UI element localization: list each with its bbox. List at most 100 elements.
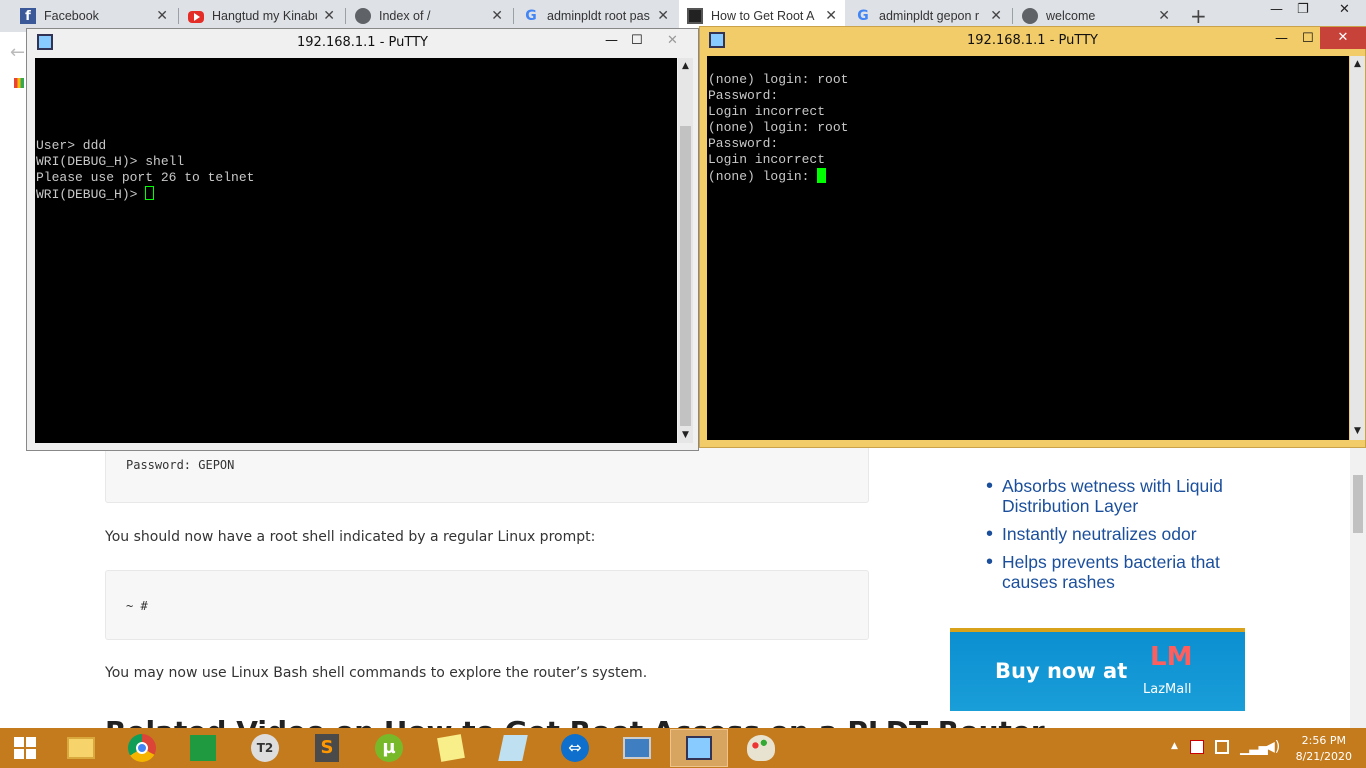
terminal-line: WRI(DEBUG_H)> shell — [36, 154, 185, 169]
terminal-cursor — [817, 168, 827, 183]
windows-start-icon — [14, 737, 36, 759]
store-icon — [190, 735, 216, 761]
system-clock[interactable]: 2:56 PM 8/21/2020 — [1296, 733, 1352, 765]
taskbar-sticky-notes[interactable] — [422, 729, 480, 767]
terminal-cursor — [145, 186, 155, 200]
close-tab-icon[interactable]: ✕ — [323, 8, 335, 24]
ad-bullet: Instantly neutralizes odor — [986, 524, 1246, 544]
notebook-icon — [498, 735, 528, 761]
putty-window-left[interactable]: 192.168.1.1 - PuTTY — ☐ ✕ User> ddd WRI(D… — [26, 28, 699, 451]
minimize-button[interactable]: — — [1275, 31, 1288, 46]
scroll-up-arrow-icon[interactable]: ▲ — [1354, 59, 1361, 69]
start-button[interactable] — [0, 729, 50, 767]
sidebar-ad[interactable]: Absorbs wetness with Liquid Distribution… — [986, 476, 1246, 600]
maximize-button[interactable]: ☐ — [1302, 31, 1314, 46]
scroll-up-arrow-icon[interactable]: ▲ — [682, 61, 689, 71]
terminal-line: Login incorrect — [708, 104, 826, 119]
file-explorer-icon — [67, 737, 95, 759]
paint-icon — [747, 735, 775, 761]
chrome-icon — [128, 734, 156, 762]
taskbar-teamviewer[interactable]: ⇔ — [546, 729, 604, 767]
page-icon — [687, 8, 703, 24]
terminal-screen[interactable]: User> ddd WRI(DEBUG_H)> shell Please use p… — [35, 58, 677, 443]
show-hidden-icons-icon[interactable]: ▲ — [1171, 741, 1178, 751]
taskbar-t2[interactable]: T2 — [236, 729, 294, 767]
tab-title: Hangtud my Kinabu — [212, 9, 318, 23]
taskbar-notebook[interactable] — [484, 729, 542, 767]
tab-title: adminpldt root pas — [547, 9, 650, 23]
title-bar[interactable]: 192.168.1.1 - PuTTY — ☐ ✕ — [700, 27, 1366, 54]
taskbar-file-explorer[interactable] — [52, 729, 110, 767]
taskbar-chrome[interactable] — [113, 729, 171, 767]
scroll-thumb[interactable] — [680, 126, 691, 426]
minimize-button[interactable]: — — [605, 33, 618, 48]
taskbar-sublime[interactable]: S — [298, 729, 356, 767]
sticky-notes-icon — [437, 734, 465, 762]
taskbar-utorrent[interactable]: µ — [360, 729, 418, 767]
brand-name: LazMall — [1143, 682, 1192, 697]
t2-icon: T2 — [251, 734, 279, 762]
volume-icon[interactable]: ◀) — [1264, 739, 1280, 755]
terminal-screen[interactable]: (none) login: root Password: Login incorre… — [707, 56, 1349, 440]
page-scrollbar[interactable] — [1350, 445, 1366, 728]
taskbar-remote-desktop[interactable] — [608, 729, 666, 767]
globe-icon — [1022, 8, 1038, 24]
scroll-thumb[interactable] — [1353, 475, 1363, 533]
scroll-down-arrow-icon[interactable]: ▼ — [682, 430, 689, 440]
browser-minimize-button[interactable]: — — [1270, 2, 1283, 17]
close-tab-icon[interactable]: ✕ — [990, 8, 1002, 24]
terminal-scrollbar[interactable]: ▲ ▼ — [1350, 56, 1365, 440]
terminal-line: (none) login: root — [708, 120, 849, 135]
tab-title: Facebook — [44, 9, 99, 23]
network-icon[interactable] — [1215, 740, 1229, 754]
title-bar[interactable]: 192.168.1.1 - PuTTY — ☐ ✕ — [27, 29, 698, 56]
apps-grid-icon[interactable] — [14, 78, 24, 88]
web-page: Password: GEPON You should now have a ro… — [0, 440, 1366, 748]
terminal-line: WRI(DEBUG_H)> — [36, 186, 677, 203]
close-tab-icon[interactable]: ✕ — [657, 8, 669, 24]
terminal-line: (none) login: — [708, 168, 1349, 185]
close-tab-icon[interactable]: ✕ — [156, 8, 168, 24]
action-center-flag-icon[interactable] — [1190, 740, 1204, 754]
close-tab-icon[interactable]: ✕ — [1158, 8, 1170, 24]
ad-buy-now-banner[interactable]: Buy now at LM LazMall — [950, 628, 1245, 711]
clock-time: 2:56 PM — [1301, 734, 1346, 747]
utorrent-icon: µ — [375, 734, 403, 762]
tab-title: adminpldt gepon r — [879, 9, 980, 23]
close-tab-icon[interactable]: ✕ — [491, 8, 503, 24]
globe-icon — [355, 8, 371, 24]
youtube-icon — [188, 11, 204, 23]
ad-bullet: Helps prevents bacteria that causes rash… — [986, 552, 1246, 592]
putty-window-right[interactable]: 192.168.1.1 - PuTTY — ☐ ✕ (none) login: … — [699, 26, 1366, 448]
putty-icon — [709, 32, 725, 48]
tab-title: Index of / — [379, 9, 431, 23]
tab-title: welcome — [1046, 9, 1096, 23]
terminal-scrollbar[interactable]: ▲ ▼ — [678, 58, 693, 443]
windows-taskbar: T2 S µ ⇔ ▲ ▁▃▅ ◀) 2:56 PM 8/21/2020 — [0, 728, 1366, 768]
putty-icon — [686, 736, 712, 760]
taskbar-paint[interactable] — [732, 729, 790, 767]
browser-restore-button[interactable]: ❐ — [1297, 2, 1309, 17]
scroll-down-arrow-icon[interactable]: ▼ — [1354, 426, 1361, 436]
tab-title: How to Get Root A — [711, 9, 815, 23]
browser-close-button[interactable]: ✕ — [1339, 2, 1350, 17]
new-tab-button[interactable]: + — [1190, 4, 1207, 28]
paragraph: You should now have a root shell indicat… — [105, 529, 596, 545]
close-button[interactable]: ✕ — [1320, 27, 1366, 49]
back-arrow-icon[interactable]: ← — [10, 42, 25, 63]
sublime-icon: S — [315, 734, 339, 762]
taskbar-store[interactable] — [174, 729, 232, 767]
maximize-button[interactable]: ☐ — [631, 33, 643, 48]
terminal-line: Password: — [708, 136, 779, 151]
close-tab-icon[interactable]: ✕ — [825, 8, 837, 24]
lazmall-logo-icon: LM — [1150, 642, 1193, 672]
window-title: 192.168.1.1 - PuTTY — [297, 35, 428, 50]
terminal-line: Password: — [708, 88, 779, 103]
taskbar-putty[interactable] — [670, 729, 728, 767]
close-button[interactable]: ✕ — [667, 33, 678, 48]
